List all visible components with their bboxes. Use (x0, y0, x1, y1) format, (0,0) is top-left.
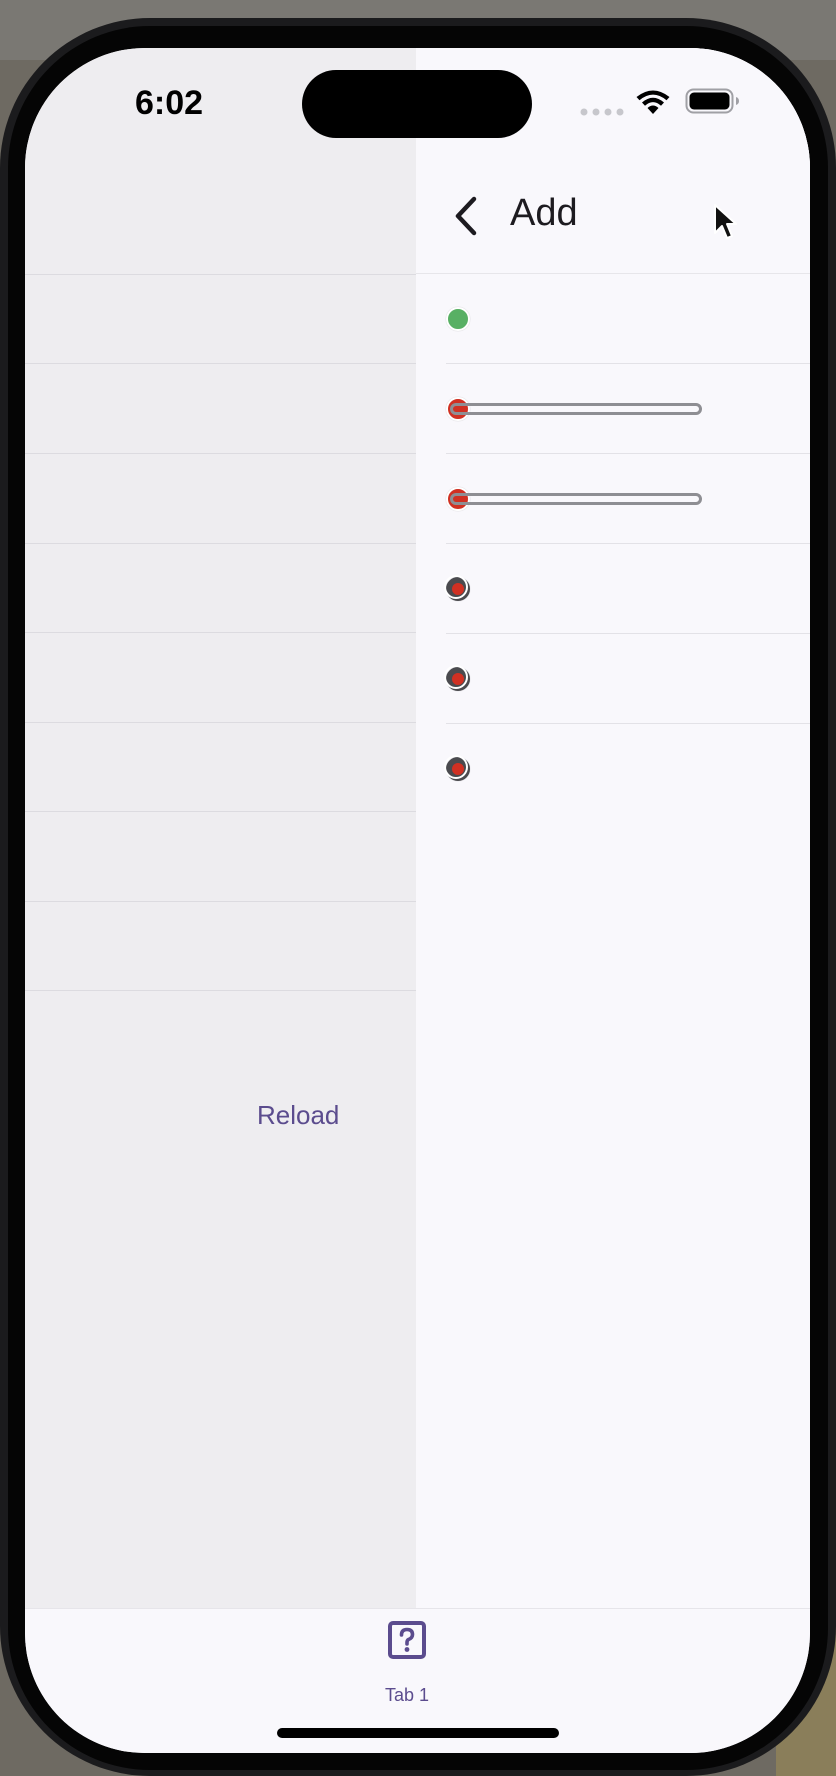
phone-screen: Reload Add Tab 1 6:02 (25, 48, 810, 1753)
list-item[interactable] (446, 364, 810, 454)
background-row-divider (25, 363, 416, 364)
question-box-icon (388, 1621, 426, 1659)
page-title: Add (510, 192, 578, 234)
text-placeholder-bar (450, 493, 702, 505)
background-row-divider (25, 811, 416, 812)
list-item[interactable] (446, 274, 810, 364)
tab-1[interactable]: Tab 1 (371, 1621, 443, 1711)
reload-button[interactable]: Reload (257, 1100, 339, 1131)
status-dot-dark (444, 575, 470, 601)
home-indicator[interactable] (277, 1728, 559, 1738)
list-item[interactable] (444, 724, 810, 813)
list-item[interactable] (444, 544, 810, 634)
background-row-divider (25, 990, 416, 991)
dynamic-island (302, 70, 532, 138)
list-item[interactable] (444, 634, 810, 724)
status-dot-green (446, 307, 470, 331)
wifi-icon (636, 90, 670, 114)
background-row-divider (25, 453, 416, 454)
status-dot-dark (444, 665, 470, 691)
background-row-divider (25, 901, 416, 902)
text-placeholder-bar (450, 403, 702, 415)
tab-label: Tab 1 (384, 1685, 430, 1705)
background-page: Reload (25, 48, 416, 1608)
background-row-divider (25, 722, 416, 723)
background-row-divider (25, 274, 416, 275)
status-dot-dark (444, 755, 470, 781)
battery-icon (685, 88, 739, 114)
add-page: Add (416, 48, 810, 1608)
background-row-divider (25, 632, 416, 633)
chevron-left-icon[interactable] (446, 193, 492, 239)
background-row-divider (25, 543, 416, 544)
list-item[interactable] (446, 454, 810, 544)
status-time: 6:02 (135, 84, 204, 122)
cellular-dots-icon (580, 108, 624, 116)
mouse-pointer-icon (714, 204, 737, 239)
